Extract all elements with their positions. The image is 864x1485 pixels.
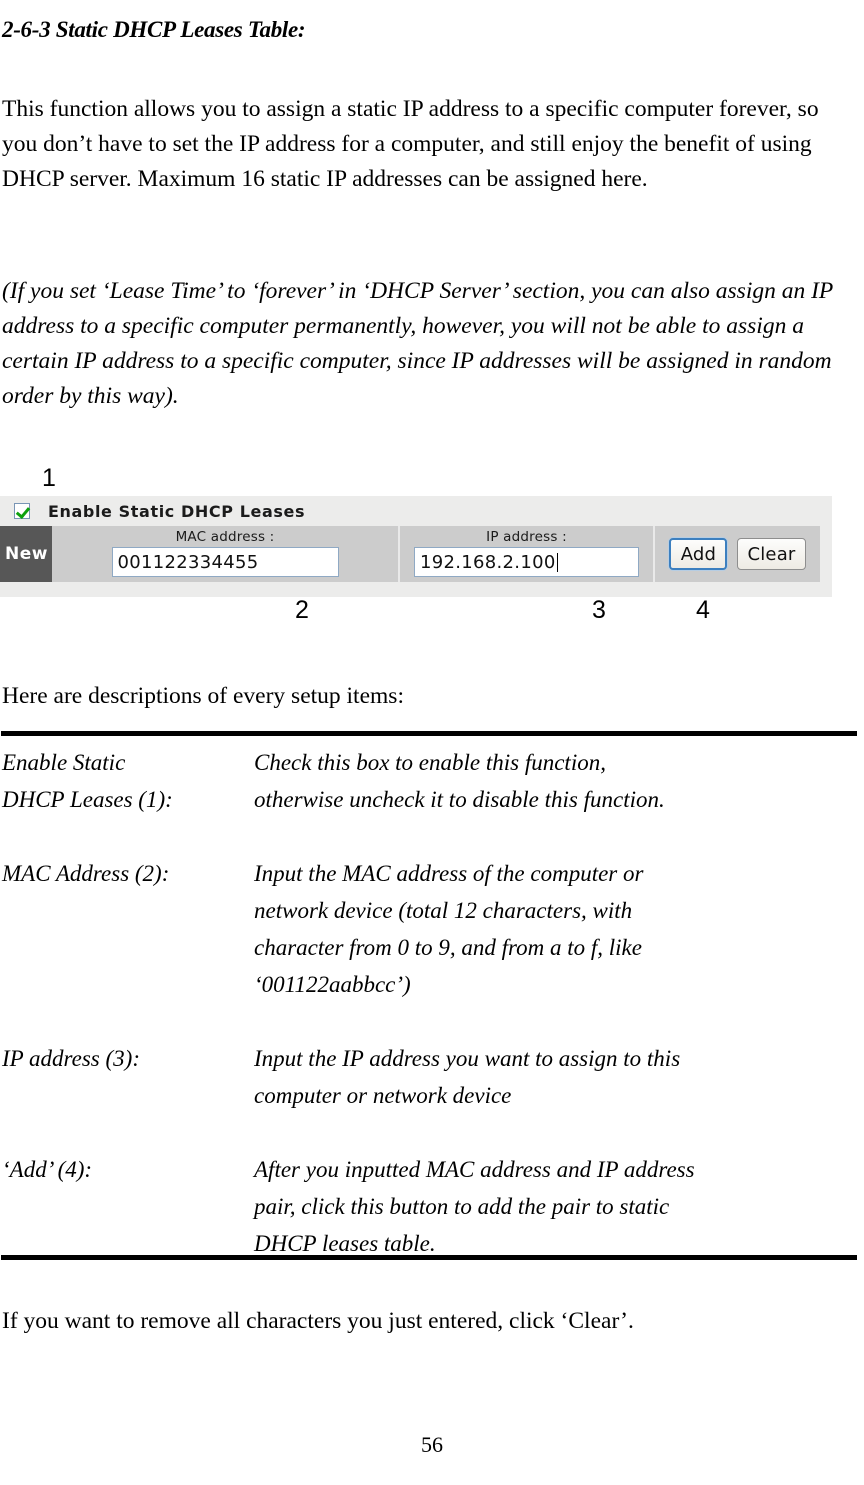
definition-description: Check this box to enable this function, …: [254, 750, 665, 812]
definition-row: Enable Static DHCP Leases (1): Check thi…: [2, 744, 858, 818]
definition-spacer: [2, 1003, 858, 1040]
definition-term: Enable Static DHCP Leases (1):: [2, 750, 173, 812]
ip-address-input[interactable]: 192.168.2.100: [414, 547, 639, 577]
new-lease-row: New MAC address : 001122334455 IP addres…: [0, 526, 820, 582]
callout-number-4: 4: [696, 596, 710, 624]
definition-table: Enable Static DHCP Leases (1): Check thi…: [2, 744, 858, 1262]
callout-number-3: 3: [592, 596, 606, 624]
definition-spacer: [2, 818, 858, 855]
definition-row: IP address (3): Input the IP address you…: [2, 1040, 858, 1114]
callout-number-1: 1: [42, 464, 56, 492]
enable-static-dhcp-row[interactable]: Enable Static DHCP Leases: [0, 496, 832, 526]
static-dhcp-leases-panel: Enable Static DHCP Leases New MAC addres…: [0, 496, 832, 597]
clear-button[interactable]: Clear: [737, 538, 806, 570]
section-heading: 2-6-3 Static DHCP Leases Table:: [2, 17, 306, 43]
definition-spacer: [2, 1114, 858, 1151]
row-label-new: New: [0, 526, 52, 582]
definition-term: MAC Address (2):: [2, 861, 170, 886]
definition-table-bottom-rule: [1, 1255, 857, 1260]
definition-term: IP address (3):: [2, 1046, 140, 1071]
ip-address-cell: IP address : 192.168.2.100: [400, 526, 655, 582]
definition-description: Input the MAC address of the computer or…: [254, 861, 644, 997]
definition-term: ‘Add’ (4):: [2, 1157, 93, 1182]
mac-address-value: 001122334455: [117, 551, 259, 573]
enable-static-dhcp-checkbox[interactable]: [14, 503, 30, 519]
note-paragraph: (If you set ‘Lease Time’ to ‘forever’ in…: [2, 277, 833, 409]
page-number: 56: [421, 1432, 443, 1457]
ip-address-label: IP address :: [486, 529, 567, 545]
definition-row: MAC Address (2): Input the MAC address o…: [2, 855, 858, 1003]
descriptions-lead: Here are descriptions of every setup ite…: [2, 682, 404, 709]
definition-table-top-rule: [1, 731, 857, 736]
enable-static-dhcp-label: Enable Static DHCP Leases: [48, 501, 306, 521]
mac-address-label: MAC address :: [175, 529, 275, 545]
mac-address-cell: MAC address : 001122334455: [52, 526, 400, 582]
definition-description: Input the IP address you want to assign …: [254, 1046, 681, 1108]
definition-description: After you inputted MAC address and IP ad…: [254, 1157, 695, 1256]
callout-number-2: 2: [295, 596, 309, 624]
action-buttons-cell: Add Clear: [655, 526, 820, 582]
mac-address-input[interactable]: 001122334455: [111, 547, 339, 577]
definition-row: ‘Add’ (4): After you inputted MAC addres…: [2, 1151, 858, 1262]
document-page: 2-6-3 Static DHCP Leases Table: This fun…: [0, 0, 864, 1485]
ip-address-value: 192.168.2.100: [420, 551, 556, 573]
add-button[interactable]: Add: [669, 538, 728, 570]
closing-paragraph: If you want to remove all characters you…: [2, 1307, 634, 1334]
text-caret: [556, 552, 558, 572]
intro-paragraph: This function allows you to assign a sta…: [2, 95, 819, 192]
